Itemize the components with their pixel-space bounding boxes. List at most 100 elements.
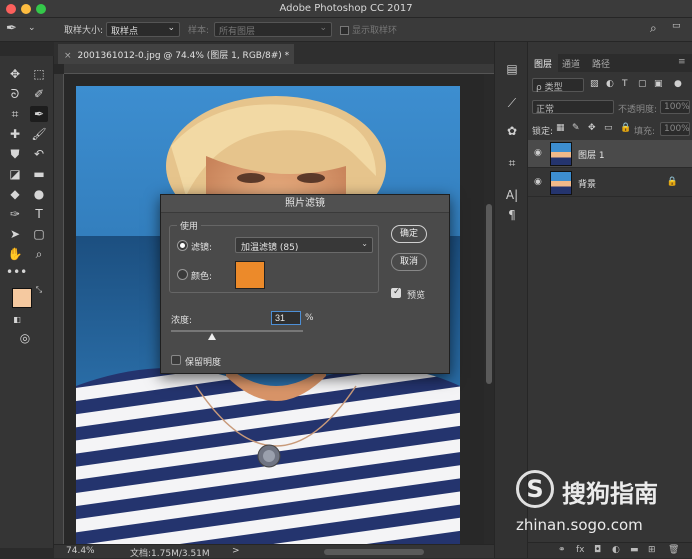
tab-channels[interactable]: 通道 <box>562 57 580 70</box>
lock-artboard-icon[interactable]: ▭ <box>604 123 613 133</box>
show-ring-checkbox[interactable]: 显示取样环 <box>340 23 397 36</box>
shape-tool-icon[interactable]: ▢ <box>30 226 48 242</box>
path-select-tool-icon[interactable]: ➤ <box>6 226 24 242</box>
cancel-button[interactable]: 取消 <box>391 253 427 271</box>
pen-tool-icon[interactable]: ✑ <box>6 206 24 222</box>
filter-smart-icon[interactable]: ▣ <box>654 79 663 89</box>
visibility-eye-icon[interactable]: ◉ <box>534 177 546 187</box>
sample-size-select[interactable]: 取样点 ⌄ <box>106 22 180 37</box>
horizontal-ruler[interactable] <box>64 64 494 74</box>
eraser-tool-icon[interactable]: ◪ <box>6 166 24 182</box>
vertical-scrollbar[interactable] <box>484 74 494 544</box>
filter-type-icon[interactable]: T <box>622 79 628 89</box>
close-tab-icon[interactable]: × <box>64 51 72 61</box>
opacity-input[interactable]: 100% <box>660 100 690 114</box>
eyedropper-tool-icon[interactable]: ✒ <box>30 106 48 122</box>
filter-radio[interactable] <box>177 240 188 251</box>
history-brush-tool-icon[interactable]: ↶ <box>30 146 48 162</box>
link-icon[interactable]: ⚭ <box>558 545 566 555</box>
fx-icon[interactable]: fx <box>576 545 585 555</box>
info-panel-icon[interactable]: ▤ <box>503 60 521 78</box>
chevron-down-icon: ⌄ <box>361 239 368 248</box>
tab-layers[interactable]: 图层 <box>528 54 559 72</box>
vertical-ruler[interactable] <box>54 74 64 544</box>
crop-panel-icon[interactable]: ⌗ <box>503 154 521 172</box>
ok-button[interactable]: 确定 <box>391 225 427 243</box>
blend-mode-select[interactable]: 正常 <box>532 100 614 115</box>
paragraph-panel-icon[interactable]: ¶ <box>503 206 521 224</box>
lock-icon[interactable]: 🔒 <box>667 177 678 187</box>
blur-tool-icon[interactable]: ◆ <box>6 186 24 202</box>
workspace-icon[interactable]: ▭ <box>672 21 681 31</box>
folder-icon[interactable]: ▬ <box>630 545 639 555</box>
layer-kind-filter[interactable]: ρ 类型 <box>532 78 584 93</box>
gradient-tool-icon[interactable]: ▬ <box>30 166 48 182</box>
filter-toggle-icon[interactable]: ● <box>674 79 682 89</box>
lasso-tool-icon[interactable]: ᘐ <box>6 86 24 102</box>
zoom-level[interactable]: 74.4% <box>66 546 95 556</box>
clone-stamp-tool-icon[interactable]: ⛊ <box>6 146 24 162</box>
lock-label: 锁定: <box>532 127 554 137</box>
horizontal-scrollbar[interactable] <box>324 549 424 555</box>
watermark-url: zhinan.sogo.com <box>516 516 643 534</box>
crop-tool-icon[interactable]: ⌗ <box>6 106 24 122</box>
filter-adjust-icon[interactable]: ◐ <box>606 79 614 89</box>
filter-color-swatch[interactable] <box>235 261 265 289</box>
character-panel-icon[interactable]: A| <box>503 186 521 204</box>
healing-brush-tool-icon[interactable]: ✚ <box>6 126 24 142</box>
visibility-eye-icon[interactable]: ◉ <box>534 148 546 158</box>
tab-paths[interactable]: 路径 <box>592 57 610 70</box>
scrollbar-thumb[interactable] <box>486 204 492 384</box>
eyedropper-icon[interactable]: ✒ <box>6 21 17 36</box>
filter-option-label[interactable]: 滤镜: <box>191 240 212 253</box>
dodge-tool-icon[interactable]: ● <box>30 186 48 202</box>
foreground-color-swatch[interactable] <box>12 288 32 308</box>
lock-move-icon[interactable]: ✥ <box>588 123 596 133</box>
layers-footer: ⚭ fx ◘ ◐ ▬ ⊞ 🗑 <box>528 542 692 558</box>
move-tool-icon[interactable]: ✥ <box>6 66 24 82</box>
layer-name[interactable]: 图层 1 <box>578 148 605 161</box>
status-menu-arrow[interactable]: > <box>232 546 240 556</box>
fill-input[interactable]: 100% <box>660 122 690 136</box>
lock-paint-icon[interactable]: ✎ <box>572 123 580 133</box>
density-input[interactable] <box>271 311 301 325</box>
layer-thumbnail <box>550 171 572 195</box>
zoom-tool-icon[interactable]: ⌕ <box>30 246 48 262</box>
search-icon[interactable]: ⌕ <box>650 21 657 36</box>
mask-icon[interactable]: ◘ <box>594 545 601 555</box>
adjustment-icon[interactable]: ◐ <box>612 545 620 555</box>
layer-row-background[interactable]: ◉ 背景 🔒 <box>528 169 692 197</box>
marquee-tool-icon[interactable]: ⬚ <box>30 66 48 82</box>
tool-preset-chevron-icon[interactable]: ⌄ <box>28 23 36 33</box>
type-tool-icon[interactable]: T <box>30 206 48 222</box>
layer-row-layer1[interactable]: ◉ 图层 1 <box>528 140 692 168</box>
filter-pixel-icon[interactable]: ▨ <box>590 79 599 89</box>
density-slider-thumb[interactable] <box>207 333 216 340</box>
sogou-watermark: S 搜狗指南 zhinan.sogo.com <box>516 470 686 540</box>
filter-shape-icon[interactable]: ▢ <box>638 79 647 89</box>
new-layer-icon[interactable]: ⊞ <box>648 545 656 555</box>
layer-comps-icon[interactable]: ✿ <box>503 122 521 140</box>
lock-row: 锁定: ▦ ✎ ✥ ▭ 🔒 填充: 100% <box>528 122 692 138</box>
layer-name[interactable]: 背景 <box>578 177 596 190</box>
preview-checkbox[interactable] <box>391 287 401 298</box>
color-option-label[interactable]: 颜色: <box>191 269 212 282</box>
brush-tool-icon[interactable]: 🖌 <box>30 126 48 142</box>
quick-mask-icon[interactable]: ◎ <box>16 330 34 346</box>
lock-all-icon[interactable]: 🔒 <box>620 123 631 133</box>
filter-select[interactable]: 加温滤镜 (85) ⌄ <box>235 237 373 253</box>
density-slider-track[interactable] <box>171 330 303 332</box>
swap-colors-icon[interactable]: ⤡ <box>30 282 48 298</box>
quick-select-tool-icon[interactable]: ✐ <box>30 86 48 102</box>
curves-panel-icon[interactable]: ⟋ <box>503 94 521 112</box>
more-tools-icon[interactable]: ••• <box>6 264 27 280</box>
preserve-luminosity-checkbox[interactable] <box>171 355 181 365</box>
sample-select[interactable]: 所有图层 ⌄ <box>214 22 332 37</box>
trash-icon[interactable]: 🗑 <box>668 545 679 555</box>
lock-transparent-icon[interactable]: ▦ <box>556 123 565 133</box>
color-radio[interactable] <box>177 269 188 280</box>
hand-tool-icon[interactable]: ✋ <box>6 246 24 262</box>
document-tab[interactable]: × 2001361012-0.jpg @ 74.4% (图层 1, RGB/8#)… <box>58 44 294 64</box>
panel-menu-icon[interactable]: ≡ <box>678 57 686 67</box>
default-colors-icon[interactable]: ◧ <box>8 312 26 328</box>
